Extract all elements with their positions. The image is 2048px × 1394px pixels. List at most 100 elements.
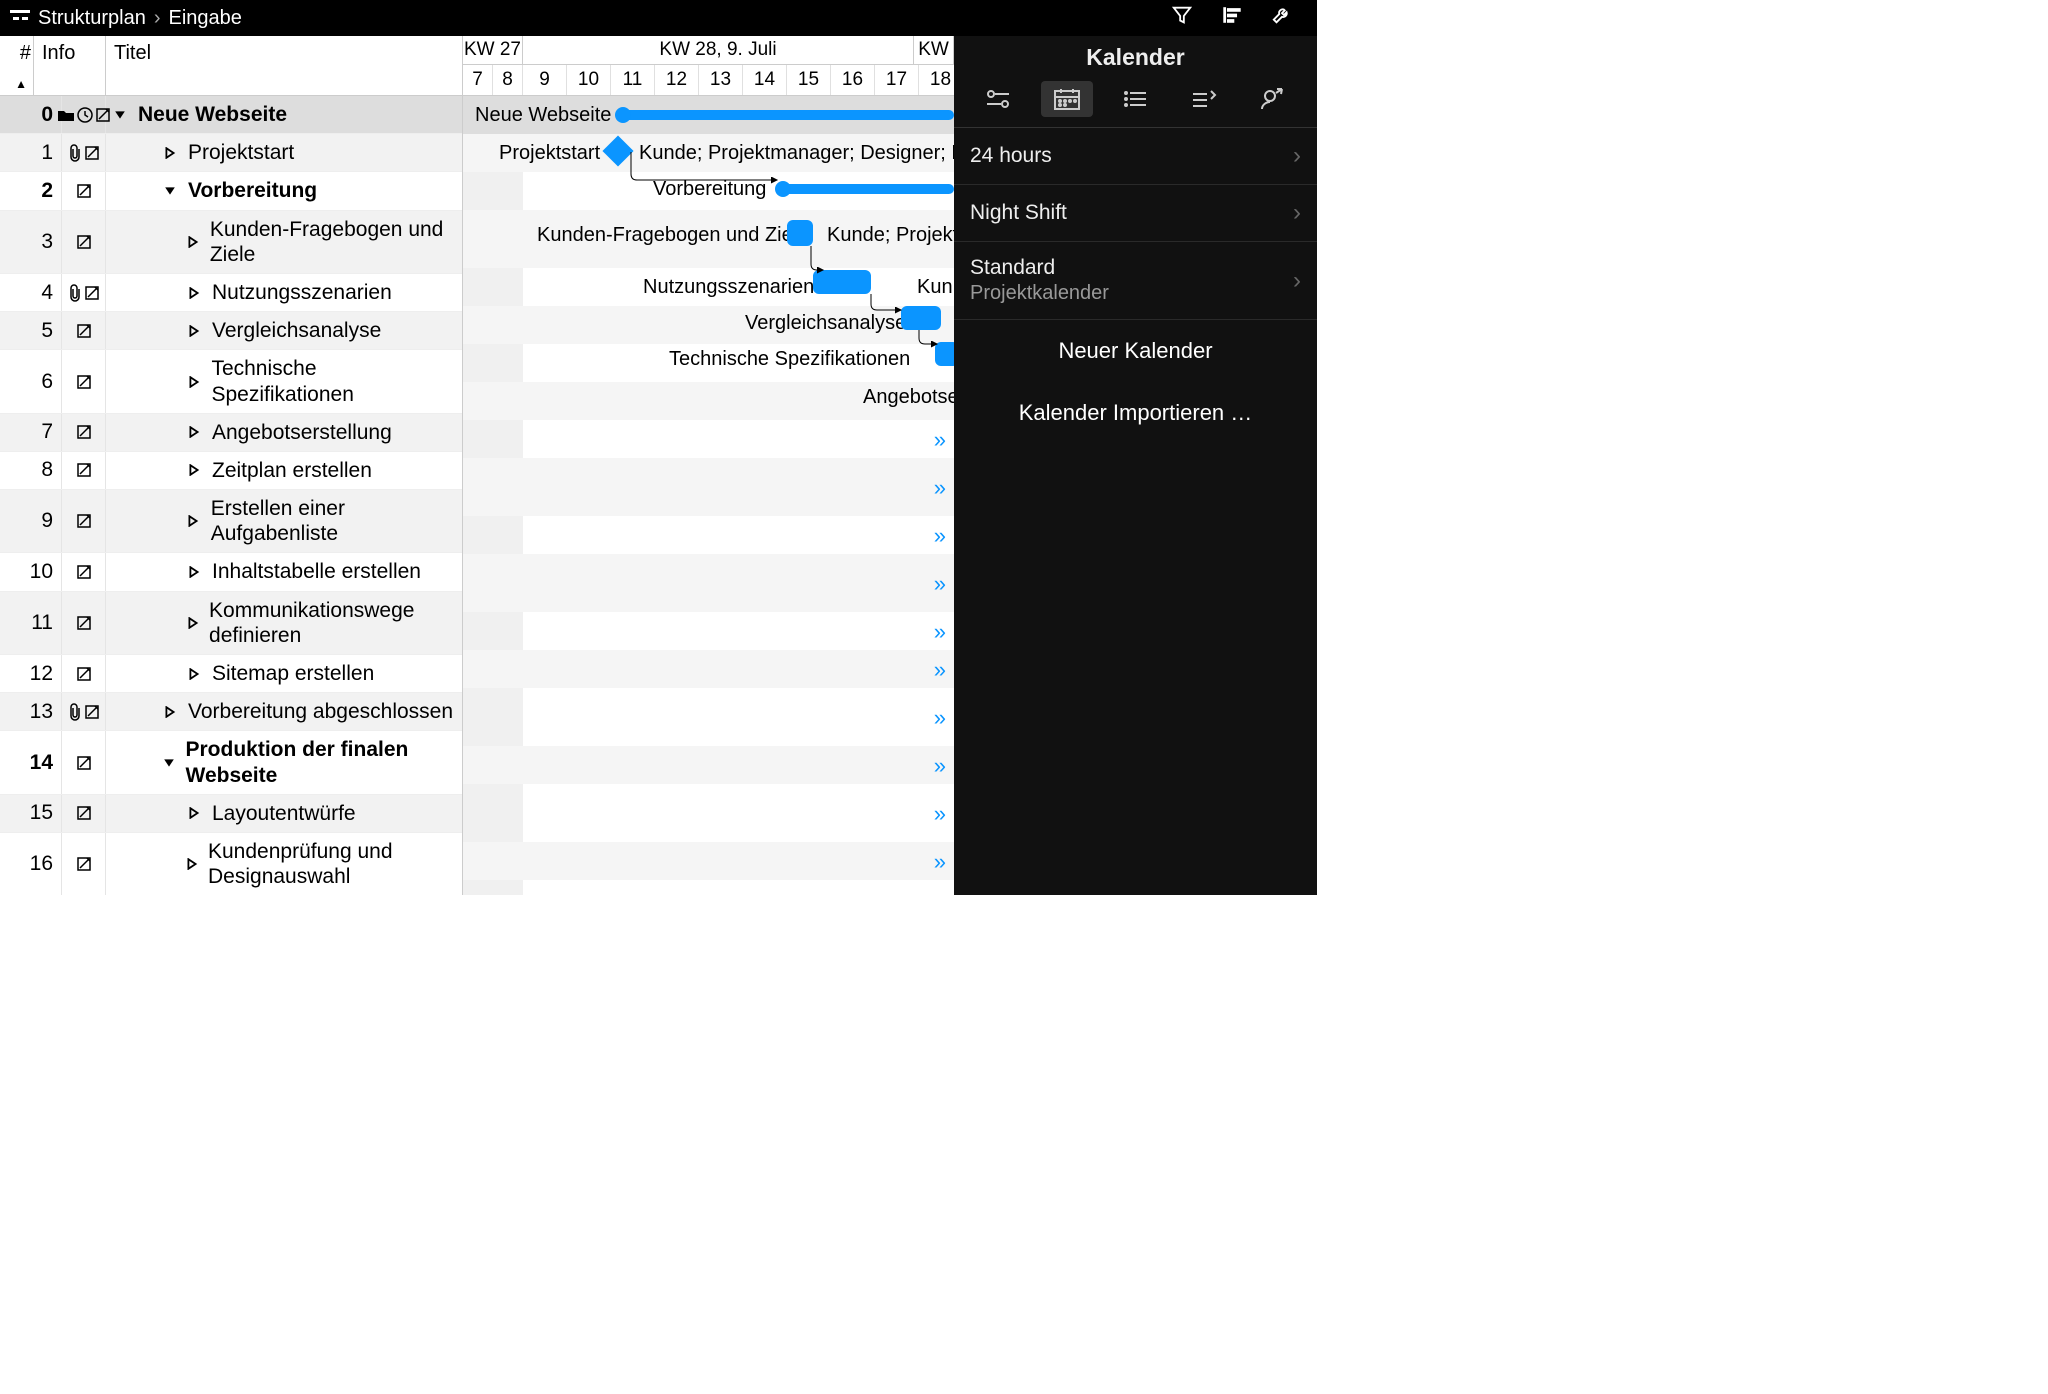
scroll-right-icon[interactable]: » bbox=[934, 523, 942, 549]
scroll-right-icon[interactable]: » bbox=[934, 657, 942, 683]
col-info[interactable]: Info bbox=[34, 36, 106, 95]
breadcrumb-leaf[interactable]: Eingabe bbox=[169, 7, 242, 30]
col-number[interactable]: # ▲ bbox=[0, 36, 34, 95]
table-row[interactable]: 0 Neue Webseite bbox=[0, 96, 462, 134]
summary-bar[interactable] bbox=[621, 110, 954, 120]
day-column[interactable]: 7 bbox=[463, 65, 493, 95]
expand-icon[interactable] bbox=[186, 236, 200, 248]
tab-list[interactable] bbox=[1109, 81, 1161, 117]
day-column[interactable]: 8 bbox=[493, 65, 523, 95]
col-title[interactable]: Titel bbox=[106, 36, 462, 95]
table-row[interactable]: 4 Nutzungsszenarien bbox=[0, 274, 462, 312]
table-row[interactable]: 15 Layoutentwürfe bbox=[0, 795, 462, 833]
table-row[interactable]: 9 Erstellen einer Aufgabenliste bbox=[0, 490, 462, 553]
row-title-cell[interactable]: Vergleichsanalyse bbox=[106, 312, 462, 349]
week-label[interactable]: KW 28, 9. Juli bbox=[523, 36, 914, 64]
row-title-cell[interactable]: Projektstart bbox=[106, 134, 462, 171]
day-column[interactable]: 16 bbox=[831, 65, 875, 95]
breadcrumb[interactable]: Strukturplan › Eingabe bbox=[10, 7, 242, 30]
scroll-right-icon[interactable]: » bbox=[934, 849, 942, 875]
tab-calendar[interactable] bbox=[1041, 81, 1093, 117]
day-column[interactable]: 11 bbox=[611, 65, 655, 95]
table-row[interactable]: 8 Zeitplan erstellen bbox=[0, 452, 462, 490]
expand-icon[interactable] bbox=[186, 515, 201, 527]
row-title-cell[interactable]: Vorbereitung bbox=[106, 172, 462, 209]
scroll-right-icon[interactable]: » bbox=[934, 753, 942, 779]
new-calendar-button[interactable]: Neuer Kalender bbox=[954, 320, 1317, 382]
expand-icon[interactable] bbox=[162, 706, 178, 718]
row-title-cell[interactable]: Kundenprüfung und Designauswahl bbox=[106, 833, 462, 895]
day-column[interactable]: 15 bbox=[787, 65, 831, 95]
table-row[interactable]: 7 Angebotserstellung bbox=[0, 414, 462, 452]
expand-icon[interactable] bbox=[186, 858, 198, 870]
row-title-cell[interactable]: Kunden-Fragebogen und Ziele bbox=[106, 211, 462, 273]
wrench-icon[interactable] bbox=[1271, 4, 1293, 32]
collapse-icon[interactable] bbox=[112, 109, 128, 121]
day-column[interactable]: 13 bbox=[699, 65, 743, 95]
expand-icon[interactable] bbox=[186, 617, 199, 629]
table-row[interactable]: 5 Vergleichsanalyse bbox=[0, 312, 462, 350]
day-column[interactable]: 10 bbox=[567, 65, 611, 95]
expand-icon[interactable] bbox=[186, 464, 202, 476]
collapse-icon[interactable] bbox=[162, 757, 176, 769]
row-title-cell[interactable]: Technische Spezifikationen bbox=[106, 350, 462, 412]
scroll-right-icon[interactable]: » bbox=[934, 619, 942, 645]
expand-icon[interactable] bbox=[186, 426, 202, 438]
summary-bar[interactable] bbox=[781, 184, 954, 194]
expand-icon[interactable] bbox=[162, 147, 178, 159]
scroll-right-icon[interactable]: » bbox=[934, 475, 942, 501]
expand-icon[interactable] bbox=[186, 807, 202, 819]
expand-icon[interactable] bbox=[186, 325, 202, 337]
row-title-cell[interactable]: Zeitplan erstellen bbox=[106, 452, 462, 489]
row-title-cell[interactable]: Vorbereitung abgeschlossen bbox=[106, 693, 462, 730]
table-row[interactable]: 1 Projektstart bbox=[0, 134, 462, 172]
expand-icon[interactable] bbox=[186, 376, 201, 388]
collapse-icon[interactable] bbox=[162, 185, 178, 197]
table-row[interactable]: 13 Vorbereitung abgeschlossen bbox=[0, 693, 462, 731]
table-row[interactable]: 14 Produktion der finalen Webseite bbox=[0, 731, 462, 794]
row-title-cell[interactable]: Sitemap erstellen bbox=[106, 655, 462, 692]
day-column[interactable]: 14 bbox=[743, 65, 787, 95]
row-title-cell[interactable]: Neue Webseite bbox=[106, 96, 462, 133]
day-column[interactable]: 18 bbox=[919, 65, 954, 95]
gantt-chart[interactable]: KW 27 KW 28, 9. Juli KW 7891011121314151… bbox=[463, 36, 954, 895]
task-bar[interactable] bbox=[787, 220, 813, 246]
calendar-item[interactable]: Standard Projektkalender › bbox=[954, 242, 1317, 320]
row-title-cell[interactable]: Layoutentwürfe bbox=[106, 795, 462, 832]
scroll-right-icon[interactable]: » bbox=[934, 801, 942, 827]
row-title-cell[interactable]: Kommunikationswege definieren bbox=[106, 592, 462, 654]
table-row[interactable]: 3 Kunden-Fragebogen und Ziele bbox=[0, 211, 462, 274]
table-row[interactable]: 6 Technische Spezifikationen bbox=[0, 350, 462, 413]
breadcrumb-root[interactable]: Strukturplan bbox=[38, 7, 146, 30]
tab-share[interactable] bbox=[1247, 81, 1299, 117]
day-column[interactable]: 17 bbox=[875, 65, 919, 95]
day-column[interactable]: 9 bbox=[523, 65, 567, 95]
week-label[interactable]: KW 27 bbox=[463, 36, 523, 64]
scroll-right-icon[interactable]: » bbox=[934, 427, 942, 453]
scroll-right-icon[interactable]: » bbox=[934, 571, 942, 597]
calendar-item[interactable]: 24 hours › bbox=[954, 128, 1317, 185]
row-title-cell[interactable]: Inhaltstabelle erstellen bbox=[106, 553, 462, 590]
expand-icon[interactable] bbox=[186, 668, 202, 680]
row-title-cell[interactable]: Nutzungsszenarien bbox=[106, 274, 462, 311]
scroll-right-icon[interactable]: » bbox=[934, 705, 942, 731]
row-title-cell[interactable]: Angebotserstellung bbox=[106, 414, 462, 451]
table-row[interactable]: 12 Sitemap erstellen bbox=[0, 655, 462, 693]
calendar-item[interactable]: Night Shift › bbox=[954, 185, 1317, 242]
tab-edit-list[interactable] bbox=[1178, 81, 1230, 117]
table-row[interactable]: 10 Inhaltstabelle erstellen bbox=[0, 553, 462, 591]
day-column[interactable]: 12 bbox=[655, 65, 699, 95]
row-title-cell[interactable]: Erstellen einer Aufgabenliste bbox=[106, 490, 462, 552]
filter-icon[interactable] bbox=[1171, 4, 1193, 32]
expand-icon[interactable] bbox=[186, 287, 202, 299]
tab-settings[interactable] bbox=[972, 81, 1024, 117]
row-title-cell[interactable]: Produktion der finalen Webseite bbox=[106, 731, 462, 793]
scroll-right-icon[interactable]: » bbox=[934, 887, 942, 895]
table-row[interactable]: 16 Kundenprüfung und Designauswahl bbox=[0, 833, 462, 895]
table-row[interactable]: 2 Vorbereitung bbox=[0, 172, 462, 210]
week-label[interactable]: KW bbox=[914, 36, 954, 64]
table-row[interactable]: 11 Kommunikationswege definieren bbox=[0, 592, 462, 655]
align-icon[interactable] bbox=[1221, 4, 1243, 32]
expand-icon[interactable] bbox=[186, 566, 202, 578]
import-calendar-button[interactable]: Kalender Importieren … bbox=[954, 382, 1317, 444]
